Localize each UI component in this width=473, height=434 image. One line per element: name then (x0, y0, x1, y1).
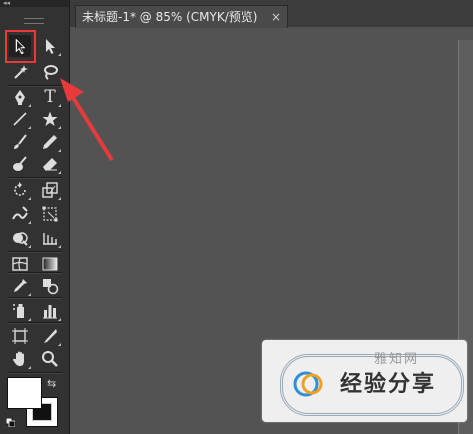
blend-icon (43, 279, 59, 295)
free-transform-icon (42, 206, 58, 222)
rotate-tool[interactable] (7, 178, 33, 202)
document-tab-bar: 未标题-1* @ 85% (CMYK/预览) × (70, 0, 473, 28)
eraser-icon (43, 158, 57, 171)
shape-builder-tool[interactable] (7, 226, 33, 250)
blob-brush-icon (13, 156, 27, 171)
fill-color-swatch[interactable] (7, 377, 42, 409)
watermark: 雅知网 经验分享 (262, 340, 467, 422)
column-graph-tool[interactable] (37, 299, 63, 323)
perspective-grid-icon (43, 233, 57, 245)
column-graph-icon (43, 305, 57, 319)
warp-tool[interactable] (7, 202, 33, 226)
free-transform-tool[interactable] (37, 202, 63, 226)
pencil-tool[interactable] (37, 130, 63, 154)
eyedropper-icon (14, 279, 27, 292)
separator (8, 372, 62, 374)
lasso-icon (44, 65, 58, 80)
paintbrush-tool[interactable] (7, 130, 33, 154)
direct-selection-tool[interactable] (37, 34, 63, 58)
pen-tool[interactable] (7, 85, 33, 109)
document-tab-title: 未标题-1* @ 85% (CMYK/预览) (82, 10, 258, 24)
type-tool[interactable]: T (37, 85, 63, 109)
hand-icon (13, 351, 24, 366)
perspective-grid-tool[interactable] (37, 226, 63, 250)
artboard-icon (12, 328, 28, 344)
star-tool[interactable] (37, 107, 63, 131)
line-icon (13, 112, 27, 126)
scale-icon (42, 182, 58, 198)
brush-icon (14, 134, 27, 149)
zoom-icon (42, 351, 58, 367)
blend-tool[interactable] (37, 274, 63, 298)
swap-fill-stroke-icon[interactable]: ⇆ (47, 377, 56, 390)
zoom-tool[interactable] (37, 347, 63, 371)
watermark-top-text: 雅知网 (374, 352, 420, 367)
arrow-black-icon (15, 38, 26, 55)
document-tab[interactable]: 未标题-1* @ 85% (CMYK/预览) × (75, 5, 288, 28)
collapse-panel-button[interactable]: ◂◂ (3, 0, 10, 7)
rotate-icon (14, 182, 26, 196)
slice-icon (44, 329, 57, 343)
hand-tool[interactable] (7, 347, 33, 371)
default-fill-stroke-icon[interactable] (6, 418, 15, 427)
slice-tool[interactable] (37, 324, 63, 348)
mesh-icon (12, 257, 28, 271)
pen-icon (15, 90, 25, 105)
eraser-tool[interactable] (37, 152, 63, 176)
symbol-sprayer-icon (13, 304, 24, 318)
line-segment-tool[interactable] (7, 107, 33, 131)
shape-builder-icon (13, 232, 28, 246)
watermark-main-text: 经验分享 (340, 372, 437, 397)
selection-tool[interactable] (7, 34, 33, 58)
scale-tool[interactable] (37, 178, 63, 202)
tools-panel: ◂◂ T ⇆ (0, 0, 70, 434)
panel-grip[interactable] (24, 18, 44, 24)
symbol-sprayer-tool[interactable] (7, 299, 33, 323)
lasso-tool[interactable] (37, 60, 63, 84)
magic-wand-tool[interactable] (7, 60, 33, 84)
gradient-icon (42, 257, 58, 271)
watermark-logo-icon (293, 371, 323, 397)
warp-icon (12, 206, 28, 220)
type-icon: T (44, 87, 56, 107)
magic-wand-icon (14, 65, 28, 79)
star-icon (42, 111, 58, 126)
blob-brush-tool[interactable] (7, 152, 33, 176)
panel-header: ◂◂ (0, 0, 69, 7)
pencil-icon (43, 135, 57, 149)
close-tab-icon[interactable]: × (271, 6, 281, 28)
artboard-tool[interactable] (7, 324, 33, 348)
eyedropper-tool[interactable] (7, 274, 33, 298)
arrow-white-icon (46, 39, 55, 54)
